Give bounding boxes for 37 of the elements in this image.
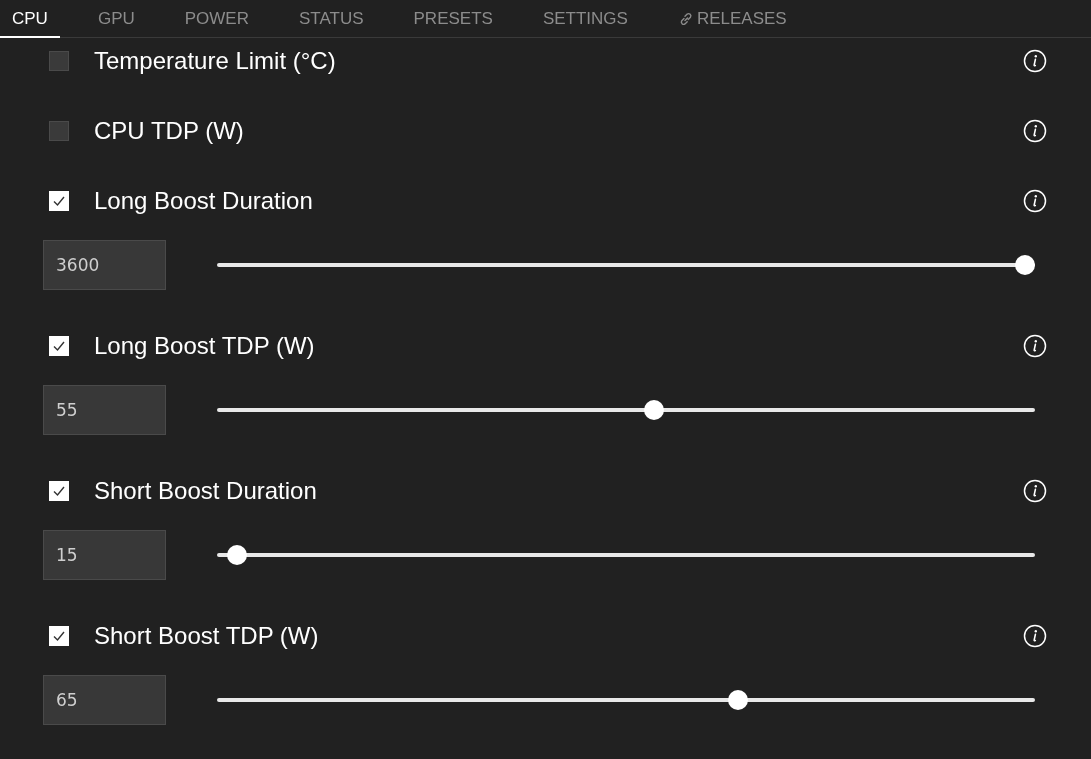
check-icon [52,339,66,353]
check-icon [52,484,66,498]
slider[interactable] [217,545,1035,565]
setting-label: Short Boost TDP (W) [94,622,320,650]
value-field[interactable]: 3600 [43,240,166,290]
tab[interactable]: STATUS [287,0,376,37]
info-icon[interactable] [1023,624,1047,648]
setting-label: Short Boost Duration [94,477,318,505]
value-field[interactable]: 15 [43,530,166,580]
setting-label: Long Boost TDP (W) [94,332,316,360]
tab[interactable]: SETTINGS [530,0,640,37]
check-icon [52,629,66,643]
setting-label: Long Boost Duration [94,187,314,215]
info-icon[interactable] [1023,479,1047,503]
tab[interactable]: GPU [85,0,147,37]
slider[interactable] [217,255,1035,275]
setting-label: CPU TDP (W) [94,117,245,145]
slider-thumb[interactable] [727,690,748,710]
slider-thumb[interactable] [226,545,247,565]
checkbox[interactable] [49,121,69,141]
tab[interactable]: RELEASES [665,0,799,37]
value-field[interactable]: 65 [43,675,166,725]
slider[interactable] [217,690,1035,710]
tab[interactable]: POWER [172,0,261,37]
slider[interactable] [217,400,1035,420]
info-icon[interactable] [1023,49,1047,73]
check-icon [52,194,66,208]
checkbox[interactable] [49,51,69,71]
slider-thumb[interactable] [643,400,664,420]
info-icon[interactable] [1023,189,1047,213]
slider-thumb[interactable] [1015,255,1035,275]
info-icon[interactable] [1023,119,1047,143]
value-field[interactable]: 55 [43,385,166,435]
tab[interactable]: CPU [0,0,60,37]
tab[interactable]: PRESETS [401,0,505,37]
info-icon[interactable] [1023,334,1047,358]
setting-label: Temperature Limit (°C) [94,47,337,75]
